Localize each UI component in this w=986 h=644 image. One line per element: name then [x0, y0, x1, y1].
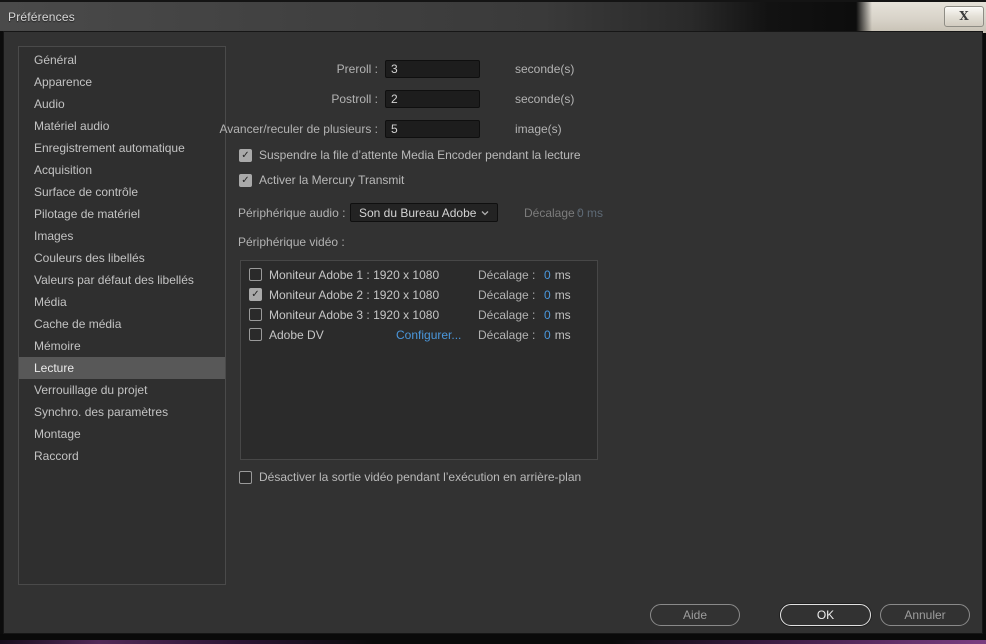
offset-number[interactable]: 0 [544, 268, 551, 282]
sidebar-item-montage[interactable]: Montage [19, 423, 225, 445]
video-device-row-3: Moniteur Adobe 3 : 1920 x 1080 Décalage … [241, 305, 597, 325]
offset-number[interactable]: 0 [544, 328, 551, 342]
step-many-label: Avancer/reculer de plusieurs : [219, 122, 378, 136]
sidebar-item-enregistrement-automatique[interactable]: Enregistrement automatique [19, 137, 225, 159]
audio-offset-label: Décalage : [524, 206, 582, 220]
disable-bg-video-checkbox[interactable]: Désactiver la sortie vidéo pendant l’exé… [239, 470, 581, 484]
sidebar-item-synchro-des-parametres[interactable]: Synchro. des paramètres [19, 401, 225, 423]
video-device-3-name: Moniteur Adobe 3 : 1920 x 1080 [269, 308, 440, 322]
title-bar: Préférences X [0, 0, 986, 33]
video-device-2-name: Moniteur Adobe 2 : 1920 x 1080 [269, 288, 440, 302]
preroll-input[interactable] [385, 60, 480, 78]
audio-device-label: Périphérique audio : [238, 206, 346, 220]
sidebar-item-couleurs-des-libelles[interactable]: Couleurs des libellés [19, 247, 225, 269]
checkbox-icon: ✓ [239, 148, 252, 162]
offset-unit: ms [554, 308, 571, 322]
ok-button[interactable]: OK [780, 604, 871, 626]
close-button[interactable]: X [944, 6, 984, 27]
offset-number[interactable]: 0 [544, 288, 551, 302]
cancel-button[interactable]: Annuler [880, 604, 970, 626]
video-device-1-offset-label: Décalage : [478, 268, 536, 282]
desktop-strip [0, 634, 986, 644]
checkbox-icon [239, 470, 252, 484]
step-many-input[interactable] [385, 120, 480, 138]
video-device-list: Moniteur Adobe 1 : 1920 x 1080 Décalage … [240, 260, 598, 460]
audio-device-dropdown[interactable]: Son du Bureau Adobe [350, 203, 498, 222]
step-many-unit: image(s) [515, 122, 562, 136]
sidebar-item-raccord[interactable]: Raccord [19, 445, 225, 467]
video-device-3-offset-label: Décalage : [478, 308, 536, 322]
preroll-unit: seconde(s) [515, 62, 575, 76]
audio-device-selected: Son du Bureau Adobe [359, 205, 477, 220]
postroll-unit: seconde(s) [515, 92, 575, 106]
video-device-1-checkbox[interactable] [249, 268, 262, 281]
configure-link[interactable]: Configurer... [396, 328, 461, 342]
help-button[interactable]: Aide [650, 604, 740, 626]
checkbox-icon: ✓ [239, 173, 252, 187]
suspend-queue-label: Suspendre la file d’attente Media Encode… [259, 148, 581, 162]
video-device-row-4: Adobe DV Configurer... Décalage : 0 ms [241, 325, 597, 345]
sidebar-item-pilotage-de-materiel[interactable]: Pilotage de matériel [19, 203, 225, 225]
sidebar-item-media[interactable]: Média [19, 291, 225, 313]
offset-number[interactable]: 0 [544, 308, 551, 322]
video-device-2-checkbox[interactable]: ✓ [249, 288, 262, 301]
mercury-transmit-checkbox[interactable]: ✓ Activer la Mercury Transmit [239, 173, 404, 187]
postroll-input[interactable] [385, 90, 480, 108]
video-device-row-1: Moniteur Adobe 1 : 1920 x 1080 Décalage … [241, 265, 597, 285]
chevron-down-icon [481, 209, 489, 217]
video-device-3-checkbox[interactable] [249, 308, 262, 321]
window-title: Préférences [8, 10, 75, 24]
video-device-row-2: ✓ Moniteur Adobe 2 : 1920 x 1080 Décalag… [241, 285, 597, 305]
audio-offset-value: 0 ms [577, 206, 604, 220]
sidebar-item-memoire[interactable]: Mémoire [19, 335, 225, 357]
mercury-transmit-label: Activer la Mercury Transmit [259, 173, 405, 187]
video-device-3-offset-value: 0 ms [544, 308, 571, 322]
disable-bg-video-label: Désactiver la sortie vidéo pendant l’exé… [259, 470, 582, 484]
video-device-4-name: Adobe DV [269, 328, 324, 342]
sidebar-item-images[interactable]: Images [19, 225, 225, 247]
postroll-label: Postroll : [331, 92, 378, 106]
offset-unit: ms [554, 288, 571, 302]
offset-unit: ms [554, 328, 571, 342]
video-device-2-offset-label: Décalage : [478, 288, 536, 302]
video-device-4-offset-label: Décalage : [478, 328, 536, 342]
video-device-4-checkbox[interactable] [249, 328, 262, 341]
video-device-2-offset-value: 0 ms [544, 288, 571, 302]
video-device-1-name: Moniteur Adobe 1 : 1920 x 1080 [269, 268, 440, 282]
close-icon: X [959, 9, 969, 23]
video-device-4-offset-value: 0 ms [544, 328, 571, 342]
video-device-1-offset-value: 0 ms [544, 268, 571, 282]
sidebar-item-cache-de-media[interactable]: Cache de média [19, 313, 225, 335]
sidebar-item-surface-de-controle[interactable]: Surface de contrôle [19, 181, 225, 203]
preferences-window: Préférences X Général Apparence Audio Ma… [0, 0, 986, 644]
sidebar-item-verrouillage-du-projet[interactable]: Verrouillage du projet [19, 379, 225, 401]
preroll-label: Preroll : [336, 62, 378, 76]
video-device-section-label: Périphérique vidéo : [238, 235, 345, 249]
offset-unit: ms [554, 268, 571, 282]
sidebar-item-acquisition[interactable]: Acquisition [19, 159, 225, 181]
suspend-queue-checkbox[interactable]: ✓ Suspendre la file d’attente Media Enco… [239, 148, 581, 162]
sidebar-item-lecture[interactable]: Lecture [19, 357, 225, 379]
sidebar-item-valeurs-par-defaut-des-libelles[interactable]: Valeurs par défaut des libellés [19, 269, 225, 291]
